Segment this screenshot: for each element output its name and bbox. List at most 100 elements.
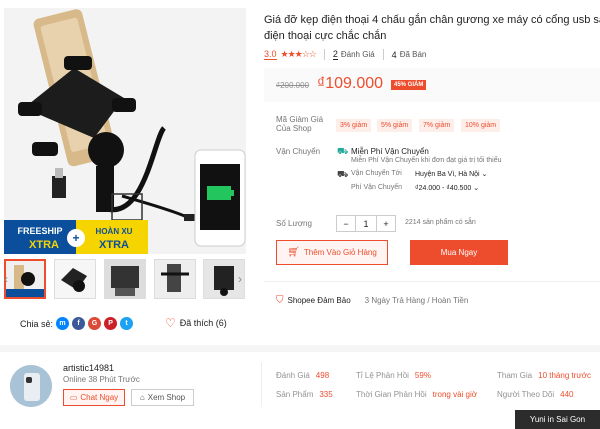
discount-badge: 45% GIẢM [391,80,427,90]
stock-count: 2214 sản phẩm có sẵn [405,219,476,226]
avatar[interactable] [10,365,52,407]
chat-label: Chat Ngay [80,393,119,402]
quantity-plus-button[interactable]: + [376,216,395,231]
product-title-line1: Giá đỡ kẹp điện thoại 4 chấu gắn chân gư… [264,14,600,26]
voucher-5[interactable]: 5% giảm [377,119,413,132]
heart-icon: ♡ [165,316,176,330]
watermark: Yuni in Sai Gon [515,410,600,429]
current-price: ₫109.000 [317,75,384,92]
quantity-minus-button[interactable]: − [337,216,356,231]
stat-label: Sản Phẩm [276,390,314,399]
ship-fee-amount: ₫24.000 - ₫40.500 [415,185,472,192]
divider [323,49,325,60]
ship-to-location: Huyện Ba Vì, Hà Nội [415,171,480,178]
avatar-image [10,365,52,407]
rating-value[interactable]: 3.0 [264,49,277,60]
ship-to-value[interactable]: Huyện Ba Vì, Hà Nội ⌄ [415,170,487,178]
thumbnail-image [155,260,195,298]
facebook-icon[interactable]: f [72,317,86,330]
chat-icon: ▭ [69,393,78,402]
banner-hoanxu: HOÀN XU [96,227,133,236]
thumbnail-4[interactable] [154,259,196,299]
thumbnail-image [6,261,44,297]
product-title: Giá đỡ kẹp điện thoại 4 chấu gắn chân gư… [264,12,600,44]
guarantee-title: Shopee Đảm Bảo [287,296,351,305]
stat-value: 59% [414,371,431,380]
shop-stat-ratings: Đánh Giá 498 [276,371,329,380]
shop-stat-followers: Người Theo Dõi 440 [497,390,574,399]
chevron-down-icon: ⌄ [481,171,488,178]
reviews-label: Đánh Giá [340,50,375,59]
banner-plus: + [72,231,79,245]
ship-fee-value[interactable]: ₫24.000 - ₫40.500 ⌄ [415,184,479,192]
product-photo: FREESHIP XTRA + HOÀN XU XTRA [4,8,246,254]
google-plus-icon[interactable]: G [88,317,102,330]
pinterest-icon[interactable]: P [104,317,118,330]
like-count: Đã thích (6) [179,318,227,328]
add-to-cart-label: Thêm Vào Giỏ Hàng [303,248,377,257]
guarantee[interactable]: ⛉ Shopee Đảm Bảo 3 Ngày Trả Hàng / Hoàn … [276,295,468,306]
voucher-3[interactable]: 3% giảm [336,119,372,132]
shop-stat-response-time: Thời Gian Phản Hồi trong vài giờ [356,390,477,399]
truck-icon: ⛟ [337,169,349,179]
rating-bar: 3.0 ★★★☆☆ 2 Đánh Giá 4 Đã Bán [264,49,426,60]
shipping-label: Vận Chuyển [276,147,321,156]
divider [261,362,262,407]
reviews-count[interactable]: 2 [332,49,338,60]
voucher-7[interactable]: 7% giảm [419,119,455,132]
chevron-down-icon: ⌄ [473,185,480,192]
banner-xtra1: XTRA [29,239,59,251]
guarantee-desc: 3 Ngày Trả Hàng / Hoàn Tiền [364,296,469,305]
cart-icon: 🛒︎ [287,247,300,258]
stat-value: 498 [315,371,330,380]
chevron-right-icon[interactable]: › [238,272,242,286]
chat-now-button[interactable]: ▭ Chat Ngay [63,389,125,406]
sold-count: 4 [391,49,397,60]
voucher-label: Mã Giảm Giá Của Shop [276,115,324,133]
shop-name: artistic14981 [63,363,115,373]
stat-value: 10 tháng trước [538,371,591,380]
like-button[interactable]: ♡ Đã thích (6) [165,316,227,330]
twitter-icon[interactable]: t [120,317,134,330]
chevron-left-icon[interactable]: ‹ [4,272,8,286]
thumbnail-1[interactable] [4,259,46,299]
share-bar: Chia sẻ: m f G P t [20,317,134,330]
banner-freeship: FREESHIP [17,226,62,236]
buy-now-button[interactable]: Mua Ngay [410,240,508,265]
divider [382,49,384,60]
stat-value: trong vài giờ [432,390,478,399]
stat-label: Tỉ Lệ Phản Hồi [356,371,409,380]
stat-label: Thời Gian Phản Hồi [356,390,427,399]
product-main-image[interactable]: FREESHIP XTRA + HOÀN XU XTRA [4,8,246,254]
quantity-input[interactable]: 1 [356,216,376,231]
thumbnail-3[interactable] [104,259,146,299]
share-label: Chia sẻ: [20,318,54,329]
free-shipping-desc: Miễn Phí Vận Chuyển khi đơn đạt giá trị … [351,157,502,164]
shop-stat-response-rate: Tỉ Lệ Phản Hồi 59% [356,371,431,380]
shop-stat-joined: Tham Gia 10 tháng trước [497,371,591,380]
divider [264,281,600,282]
shield-icon: ⛉ [276,295,284,306]
voucher-10[interactable]: 10% giảm [461,119,501,132]
free-shipping-title: Miễn Phí Vận Chuyển [351,147,429,156]
sold-label: Đã Bán [399,50,427,59]
free-shipping-icon: ⛟ [337,146,349,156]
old-price: ₫200.000 [276,81,310,90]
ship-to-label: Vận Chuyển Tới [351,170,402,177]
banner-xtra2: XTRA [99,239,129,251]
stat-value: 335 [319,390,333,399]
stat-value: 440 [560,390,574,399]
thumbnail-image [55,260,95,298]
rating-stars-icon: ★★★☆☆ [280,49,317,59]
add-to-cart-button[interactable]: 🛒︎ Thêm Vào Giỏ Hàng [276,240,388,265]
shop-stat-products: Sản Phẩm 335 [276,390,333,399]
view-shop-label: Xem Shop [147,393,186,402]
view-shop-button[interactable]: ⌂ Xem Shop [131,389,194,406]
quantity-label: Số Lượng [276,219,312,228]
messenger-icon[interactable]: m [56,317,70,330]
price-box: ₫200.000 ₫109.000 45% GIẢM [264,68,600,102]
stat-label: Người Theo Dõi [497,390,555,399]
quantity-stepper: − 1 + [336,215,396,232]
stat-label: Tham Gia [497,371,533,380]
thumbnail-2[interactable] [54,259,96,299]
